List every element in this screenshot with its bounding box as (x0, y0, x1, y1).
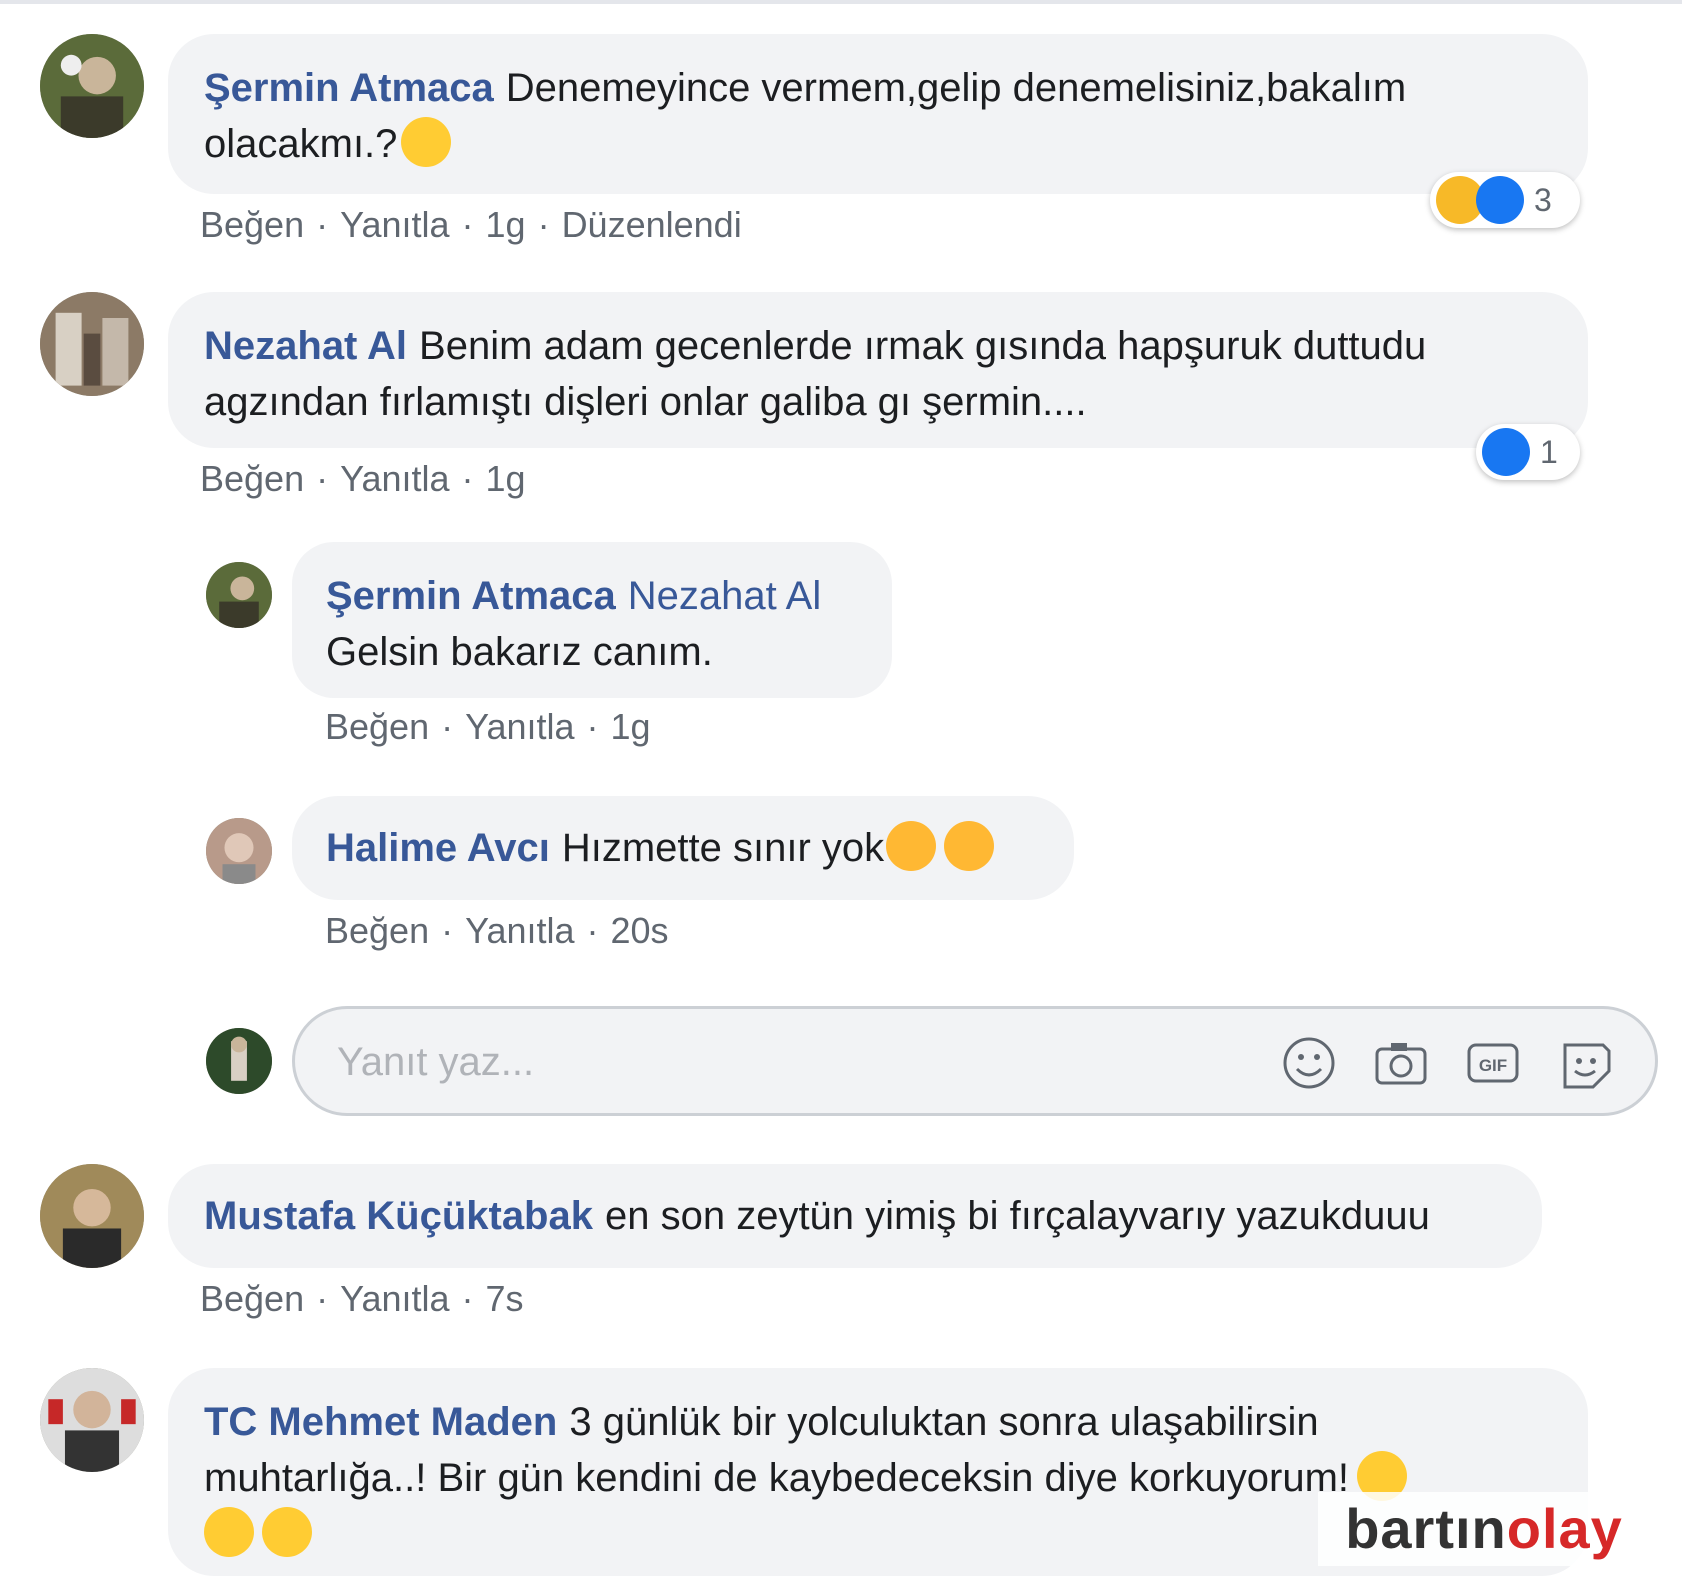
reactions-summary[interactable]: 1 (1476, 424, 1580, 480)
gif-icon[interactable]: GIF (1463, 1035, 1523, 1091)
comment-actions: Beğen · Yanıtla · 1g · Düzenlendi (200, 204, 742, 246)
smiling-face-emoji (401, 117, 452, 167)
reply-text: Gelsin bakarız canım. (326, 630, 713, 674)
reply-link[interactable]: Yanıtla (340, 1278, 449, 1319)
separator: · (461, 204, 474, 245)
separator: · (537, 204, 550, 245)
avatar[interactable] (206, 562, 272, 628)
like-reaction-icon (1482, 428, 1530, 476)
separator: · (441, 706, 454, 747)
separator: · (586, 706, 599, 747)
reply-bubble: Halime Avcı Hızmette sınır yok (292, 796, 1074, 900)
comment-author[interactable]: Mustafa Küçüktabak (204, 1194, 593, 1238)
reply-link[interactable]: Yanıtla (465, 910, 574, 951)
emoji-picker-icon[interactable] (1279, 1035, 1339, 1091)
comment-bubble: Nezahat Al Benim adam gecenlerde ırmak gı… (168, 292, 1588, 448)
reply-link[interactable]: Yanıtla (340, 458, 449, 499)
reactions-summary[interactable]: 3 (1430, 172, 1580, 228)
like-link[interactable]: Beğen (325, 910, 429, 951)
comment-author[interactable]: Şermin Atmaca (204, 66, 494, 110)
kissing-face-emoji (886, 821, 937, 871)
comment-bubble: Şermin Atmaca Denemeyince vermem,gelip de… (168, 34, 1588, 194)
like-reaction-icon (1476, 176, 1524, 224)
avatar[interactable] (40, 292, 144, 396)
reply-link[interactable]: Yanıtla (340, 204, 449, 245)
avatar[interactable] (206, 818, 272, 884)
kissing-face-emoji (944, 821, 995, 871)
reply-actions: Beğen · Yanıtla · 20s (325, 910, 669, 952)
separator: · (586, 910, 599, 951)
timestamp[interactable]: 1g (486, 204, 526, 245)
timestamp[interactable]: 1g (486, 458, 526, 499)
timestamp[interactable]: 1g (611, 706, 651, 747)
tagged-user[interactable]: Nezahat Al (628, 574, 821, 618)
timestamp[interactable]: 7s (486, 1278, 524, 1319)
like-link[interactable]: Beğen (325, 706, 429, 747)
like-link[interactable]: Beğen (200, 204, 304, 245)
sticker-icon[interactable] (1557, 1035, 1617, 1091)
comment-text: en son zeytün yimiş bi fırçalayvarıy yaz… (604, 1194, 1430, 1238)
separator: · (441, 910, 454, 951)
comment-bubble: Mustafa Küçüktabak en son zeytün yimiş bi… (168, 1164, 1542, 1268)
comment-actions: Beğen · Yanıtla · 7s (200, 1278, 524, 1320)
timestamp[interactable]: 20s (611, 910, 669, 951)
comment-author[interactable]: TC Mehmet Maden (204, 1400, 557, 1444)
edited-label[interactable]: Düzenlendi (562, 204, 742, 245)
reply-bubble: Şermin Atmaca Nezahat Al Gelsin bakarız c… (292, 542, 892, 698)
comment-author[interactable]: Nezahat Al (204, 324, 407, 368)
winking-face-emoji (262, 1507, 312, 1557)
svg-text:GIF: GIF (1479, 1056, 1507, 1075)
reply-link[interactable]: Yanıtla (465, 706, 574, 747)
separator: · (316, 458, 329, 499)
top-divider (0, 0, 1682, 4)
reaction-count: 3 (1534, 181, 1552, 218)
comment-actions: Beğen · Yanıtla · 1g (200, 458, 526, 500)
avatar[interactable] (40, 1368, 144, 1472)
avatar[interactable] (40, 1164, 144, 1268)
separator: · (461, 1278, 474, 1319)
separator: · (316, 204, 329, 245)
current-user-avatar (206, 1028, 272, 1094)
site-watermark: bartınolay (1318, 1492, 1650, 1566)
reply-input[interactable] (335, 1031, 1239, 1093)
like-link[interactable]: Beğen (200, 1278, 304, 1319)
reply-author[interactable]: Halime Avcı (326, 826, 550, 870)
separator: · (461, 458, 474, 499)
reply-author[interactable]: Şermin Atmaca (326, 574, 616, 618)
reaction-count: 1 (1540, 433, 1558, 470)
upside-down-face-emoji (204, 1507, 254, 1557)
like-link[interactable]: Beğen (200, 458, 304, 499)
reply-actions: Beğen · Yanıtla · 1g (325, 706, 651, 748)
separator: · (316, 1278, 329, 1319)
reply-text: Hızmette sınır yok (561, 826, 885, 870)
camera-icon[interactable] (1371, 1035, 1431, 1091)
reply-composer: GIF (292, 1006, 1658, 1116)
avatar[interactable] (40, 34, 144, 138)
